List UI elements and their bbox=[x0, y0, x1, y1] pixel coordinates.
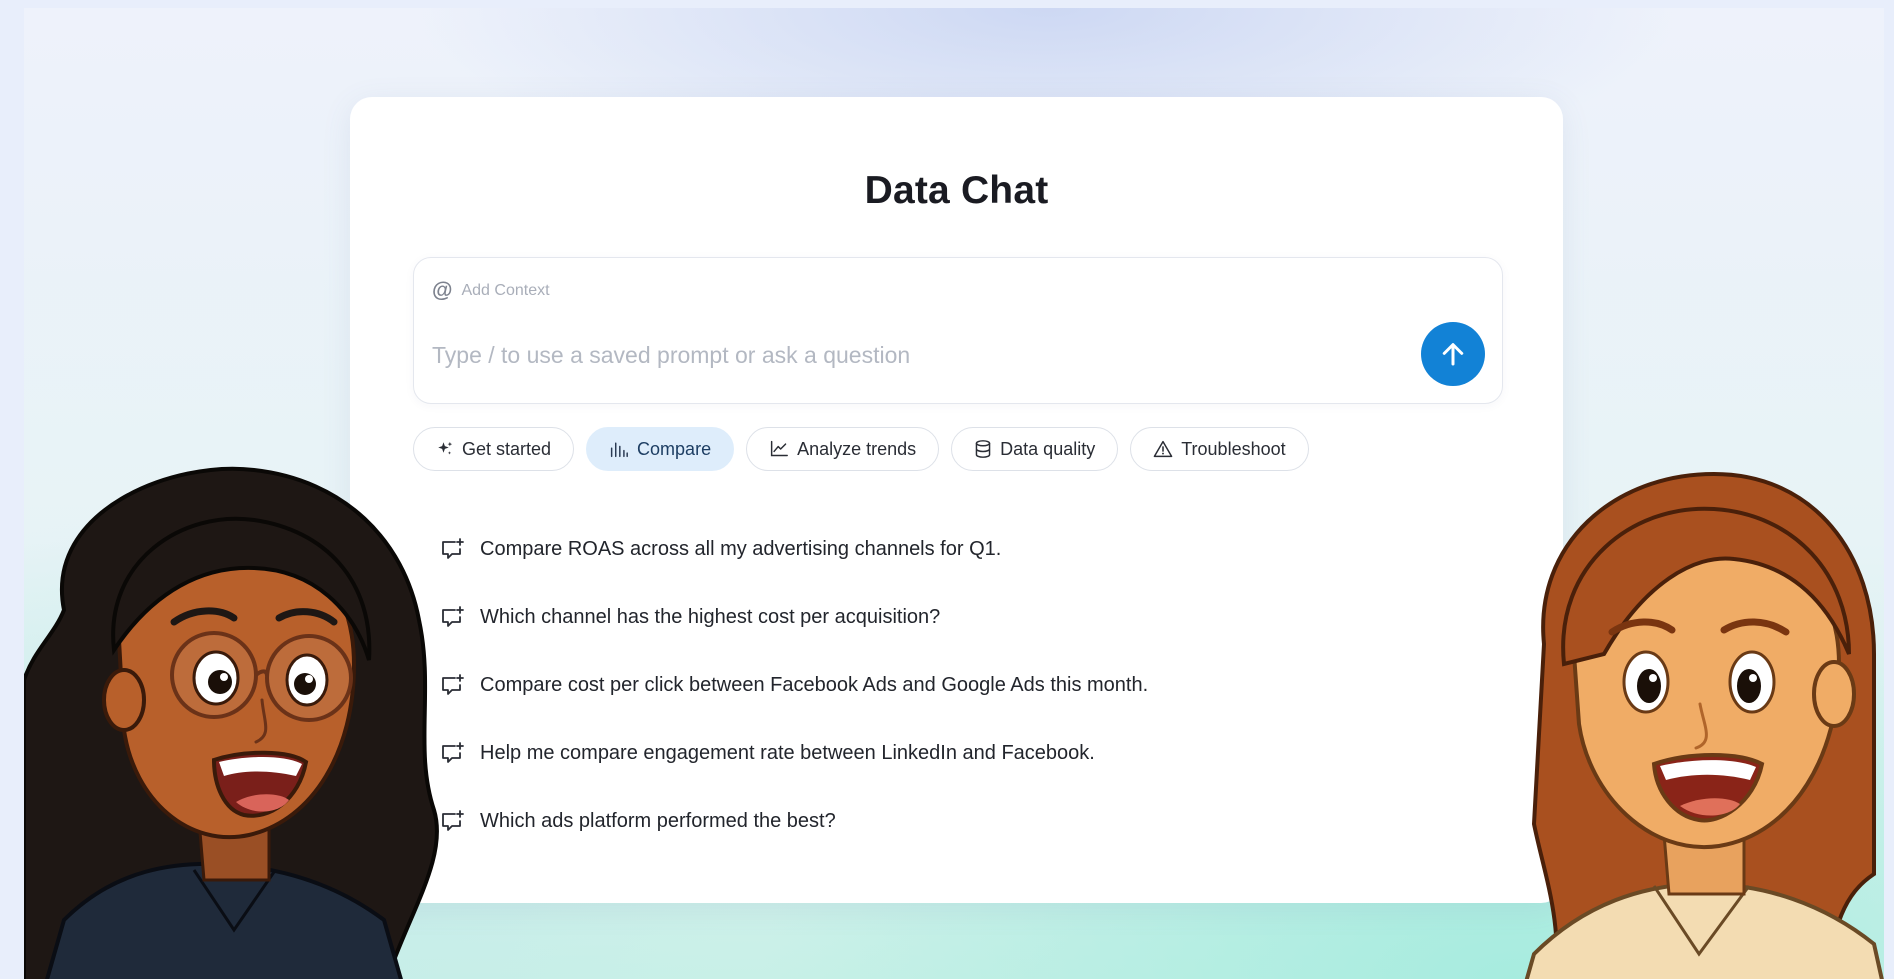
suggestion-text: Which ads platform performed the best? bbox=[480, 809, 836, 832]
warning-icon bbox=[1153, 440, 1173, 458]
suggestion-item[interactable]: Which ads platform performed the best? bbox=[440, 787, 1148, 855]
add-context-label: Add Context bbox=[461, 281, 550, 299]
database-icon bbox=[975, 440, 991, 458]
background-stage: Data Chat @ Add Context Get started bbox=[24, 8, 1884, 979]
suggestion-text: Help me compare engagement rate between … bbox=[480, 741, 1095, 764]
page-title: Data Chat bbox=[864, 169, 1049, 212]
chip-data-quality[interactable]: Data quality bbox=[951, 427, 1119, 471]
chip-compare[interactable]: Compare bbox=[586, 427, 735, 471]
prompt-input[interactable] bbox=[430, 336, 1394, 374]
suggestion-text: Compare ROAS across all my advertising c… bbox=[480, 537, 1002, 560]
suggestion-text: Compare cost per click between Facebook … bbox=[480, 673, 1149, 696]
at-sign-icon: @ bbox=[432, 279, 453, 302]
suggestion-list: Compare ROAS across all my advertising c… bbox=[440, 515, 1148, 855]
suggestion-item[interactable]: Help me compare engagement rate between … bbox=[440, 719, 1148, 787]
suggestion-item[interactable]: Which channel has the highest cost per a… bbox=[440, 583, 1148, 651]
chip-analyze-trends[interactable]: Analyze trends bbox=[746, 427, 940, 471]
suggestion-item[interactable]: Compare ROAS across all my advertising c… bbox=[440, 515, 1148, 583]
chip-troubleshoot[interactable]: Troubleshoot bbox=[1130, 427, 1309, 471]
chip-label: Troubleshoot bbox=[1181, 438, 1286, 459]
right-character-illustration bbox=[1524, 471, 1884, 979]
left-character-illustration bbox=[24, 466, 439, 979]
send-button[interactable] bbox=[1421, 322, 1485, 386]
bar-chart-icon bbox=[610, 442, 628, 458]
arrow-up-icon bbox=[1442, 343, 1464, 366]
chip-label: Data quality bbox=[1000, 438, 1096, 459]
suggestion-text: Which channel has the highest cost per a… bbox=[480, 605, 941, 628]
data-chat-card: Data Chat @ Add Context Get started bbox=[350, 97, 1563, 903]
suggestion-item[interactable]: Compare cost per click between Facebook … bbox=[440, 651, 1148, 719]
line-chart-icon bbox=[770, 440, 788, 457]
chip-label: Get started bbox=[462, 438, 552, 459]
add-context-button[interactable]: @ Add Context bbox=[432, 280, 550, 301]
chip-label: Compare bbox=[637, 438, 712, 459]
category-chips: Get started Compare Analyze trends Data … bbox=[413, 427, 1309, 471]
chip-label: Analyze trends bbox=[797, 438, 917, 459]
prompt-composer: @ Add Context bbox=[413, 257, 1503, 404]
